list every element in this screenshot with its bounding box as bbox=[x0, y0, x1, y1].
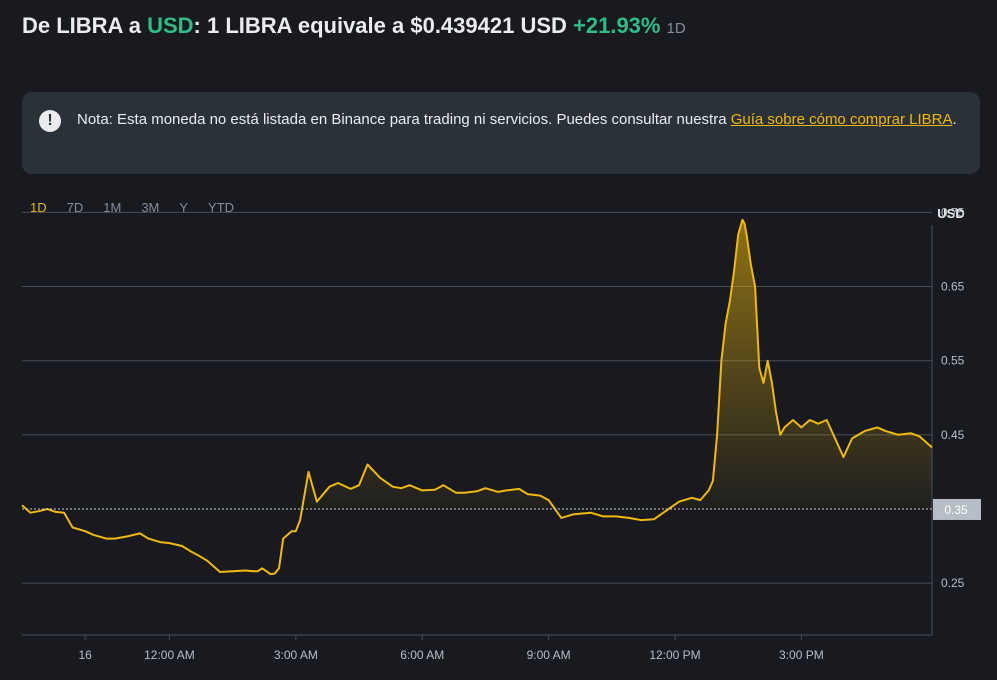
price-line[interactable] bbox=[21, 218, 933, 576]
x-tick-label: 6:00 AM bbox=[400, 648, 444, 662]
baseline-label: 0.35 bbox=[944, 503, 968, 517]
x-tick-label: 3:00 AM bbox=[274, 648, 318, 662]
x-tick-label: 3:00 PM bbox=[779, 648, 824, 662]
price-area-fill bbox=[22, 219, 932, 510]
x-tick-label: 16 bbox=[79, 648, 93, 662]
price-chart[interactable]: USD0.250.450.550.650.750.3516 12:00 AM 3:0… bbox=[0, 0, 997, 680]
x-tick-label: 9:00 AM bbox=[527, 648, 571, 662]
page-root: De LIBRA a USD: 1 LIBRA equivale a $0.43… bbox=[0, 0, 997, 680]
y-tick-label: 0.25 bbox=[941, 576, 965, 590]
x-tick-label: 12:00 AM bbox=[144, 648, 195, 662]
y-tick-label: 0.55 bbox=[941, 354, 965, 368]
x-tick-label: 12:00 PM bbox=[649, 648, 700, 662]
y-tick-label: 0.45 bbox=[941, 428, 965, 442]
y-tick-label: 0.65 bbox=[941, 280, 965, 294]
y-tick-label: 0.75 bbox=[941, 205, 965, 219]
